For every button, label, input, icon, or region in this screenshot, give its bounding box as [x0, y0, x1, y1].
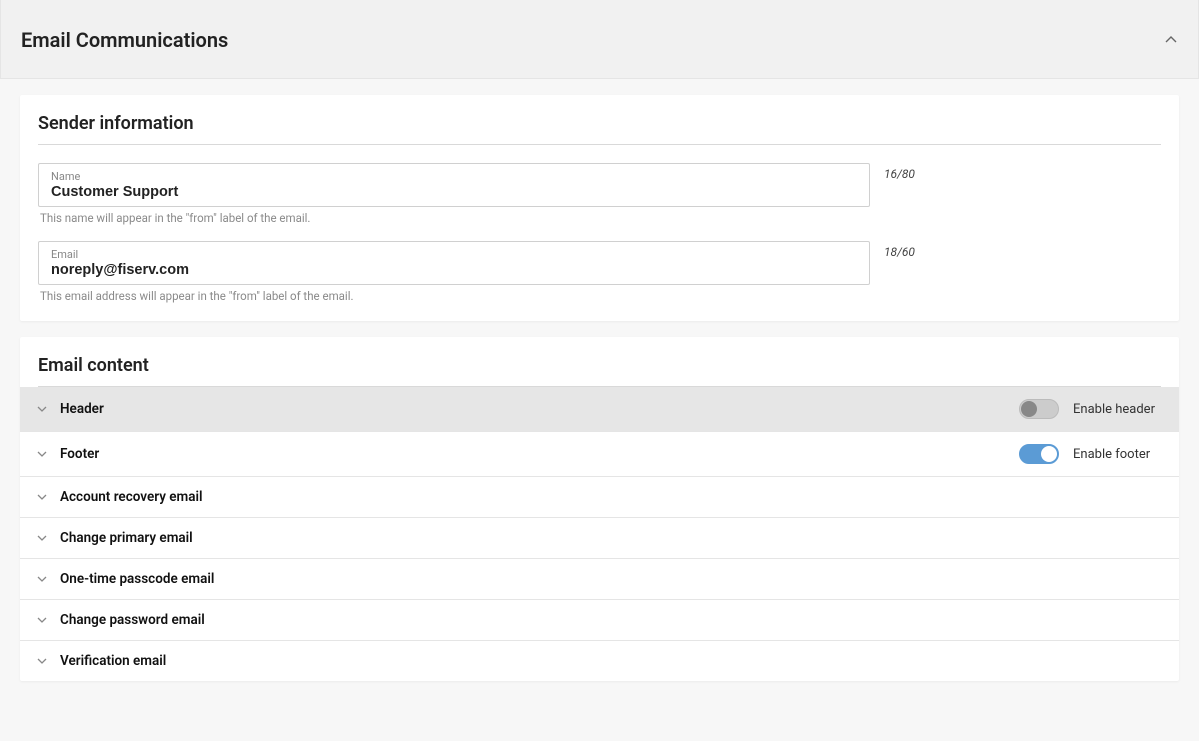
name-field-row: Name 16/80 [38, 163, 1161, 207]
toggle-wrap: Enable footer [1019, 444, 1163, 464]
sender-info-card: Sender information Name 16/80 This name … [20, 95, 1179, 321]
content-row-label: Header [60, 401, 1007, 417]
name-field-label: Name [51, 170, 857, 183]
content-row-label: One-time passcode email [60, 571, 1163, 587]
content-row-label: Change password email [60, 612, 1163, 628]
content-row-label: Change primary email [60, 530, 1163, 546]
email-field-row: Email 18/60 [38, 241, 1161, 285]
email-content-heading: Email content [38, 355, 1161, 386]
page-title: Email Communications [21, 28, 228, 52]
page-header: Email Communications [0, 0, 1199, 79]
collapse-section-button[interactable] [1164, 33, 1178, 47]
content-row[interactable]: Verification email [20, 641, 1179, 681]
toggle-switch[interactable] [1019, 444, 1059, 464]
email-char-count: 18/60 [884, 241, 915, 259]
content-row-label: Verification email [60, 653, 1163, 669]
toggle-knob [1021, 401, 1037, 417]
toggle-switch[interactable] [1019, 399, 1059, 419]
content-row[interactable]: Change primary email [20, 518, 1179, 559]
content-row[interactable]: One-time passcode email [20, 559, 1179, 600]
email-input[interactable] [51, 262, 857, 278]
chevron-down-icon [36, 403, 48, 415]
content-row[interactable]: Account recovery email [20, 477, 1179, 518]
content-row[interactable]: Header Enable header [20, 387, 1179, 432]
chevron-down-icon [36, 614, 48, 626]
chevron-down-icon [36, 573, 48, 585]
content-row[interactable]: Change password email [20, 600, 1179, 641]
name-help-text: This name will appear in the "from" labe… [40, 211, 1161, 225]
content-row-label: Footer [60, 446, 1007, 462]
chevron-down-icon [36, 655, 48, 667]
chevron-up-icon [1164, 33, 1178, 47]
email-help-text: This email address will appear in the "f… [40, 289, 1161, 303]
toggle-label: Enable footer [1073, 447, 1163, 462]
divider [38, 144, 1161, 145]
name-char-count: 16/80 [884, 163, 915, 181]
email-field-label: Email [51, 248, 857, 261]
content-rows-list: Header Enable header Footer Enable footer Ac… [20, 387, 1179, 681]
sender-info-heading: Sender information [38, 113, 1161, 144]
name-field-box[interactable]: Name [38, 163, 870, 207]
toggle-label: Enable header [1073, 402, 1163, 417]
email-field-box[interactable]: Email [38, 241, 870, 285]
chevron-down-icon [36, 491, 48, 503]
toggle-knob [1041, 446, 1057, 462]
content-row[interactable]: Footer Enable footer [20, 432, 1179, 477]
toggle-wrap: Enable header [1019, 399, 1163, 419]
email-content-card: Email content Header Enable header Footer E… [20, 337, 1179, 681]
chevron-down-icon [36, 448, 48, 460]
name-input[interactable] [51, 184, 857, 200]
content-row-label: Account recovery email [60, 489, 1163, 505]
chevron-down-icon [36, 532, 48, 544]
